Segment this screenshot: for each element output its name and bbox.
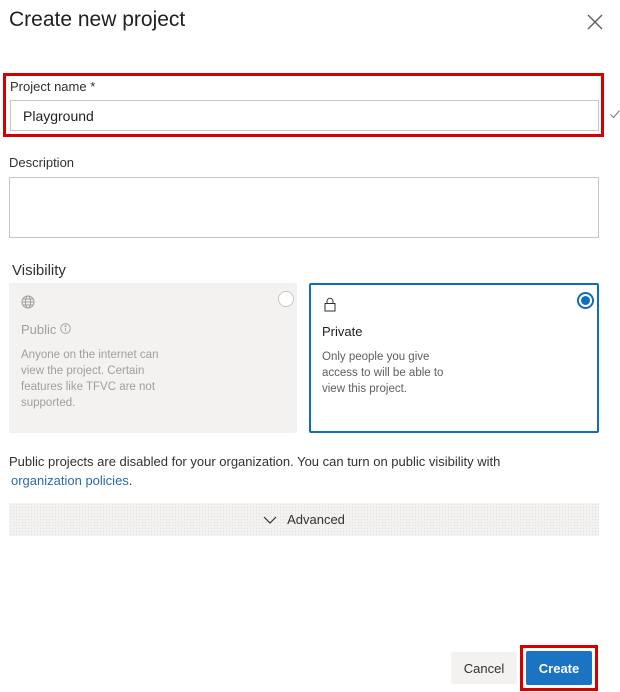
notice-text: Public projects are disabled for your or… xyxy=(9,454,501,469)
checkmark-icon xyxy=(609,107,620,119)
description-label: Description xyxy=(9,155,75,170)
public-radio[interactable] xyxy=(278,291,294,307)
private-title: Private xyxy=(322,324,363,339)
project-name-input[interactable] xyxy=(10,100,599,131)
project-name-label: Project name * xyxy=(10,79,96,94)
dialog-title: Create new project xyxy=(9,8,186,31)
lock-icon xyxy=(323,297,337,312)
cancel-button[interactable]: Cancel xyxy=(451,652,517,684)
public-disabled-notice: Public projects are disabled for your or… xyxy=(9,452,609,490)
visibility-option-private[interactable]: Private Only people you give access to w… xyxy=(309,283,599,433)
chevron-down-icon xyxy=(263,512,277,527)
description-textarea[interactable] xyxy=(9,177,599,238)
public-title: Public xyxy=(21,322,57,337)
create-button[interactable]: Create xyxy=(526,651,592,685)
advanced-label: Advanced xyxy=(287,512,345,527)
close-icon[interactable] xyxy=(585,12,605,32)
visibility-option-public[interactable]: Public Anyone on the internet can view t… xyxy=(9,283,297,433)
public-description: Anyone on the internet can view the proj… xyxy=(21,349,159,409)
private-description: Only people you give access to will be a… xyxy=(322,351,444,395)
globe-icon xyxy=(21,295,35,309)
private-radio[interactable] xyxy=(577,292,594,309)
visibility-label: Visibility xyxy=(12,262,66,279)
info-icon[interactable] xyxy=(60,322,72,337)
organization-policies-link[interactable]: organization policies xyxy=(11,473,129,488)
notice-suffix: . xyxy=(128,473,133,488)
advanced-toggle[interactable]: Advanced xyxy=(9,503,599,536)
